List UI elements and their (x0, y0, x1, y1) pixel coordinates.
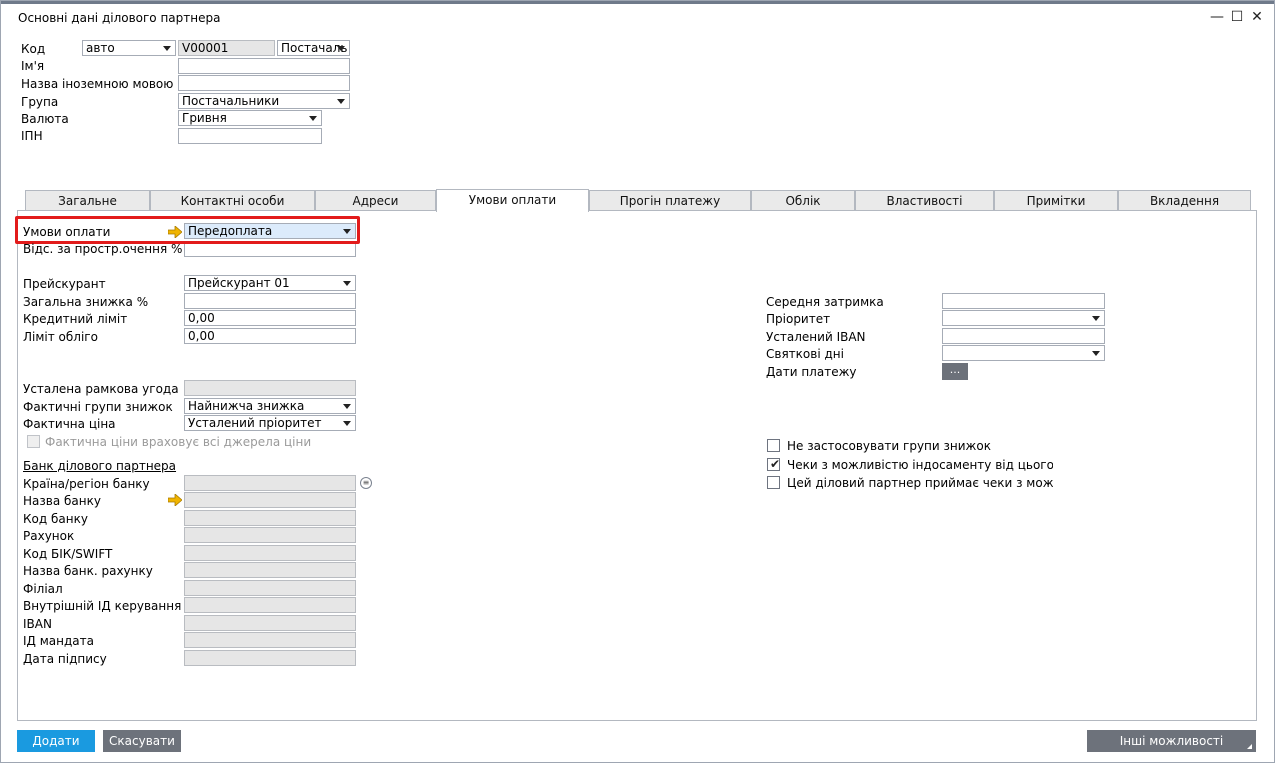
title-bar: Основні дані ділового партнера — ☐ ✕ (1, 4, 1274, 32)
holidays-label: Святкові дні (766, 347, 844, 361)
overdue-interest-input[interactable] (184, 242, 356, 257)
mandate-id-label: ІД мандата (23, 634, 94, 648)
list-icon[interactable]: ≡ (360, 477, 372, 489)
maximize-icon[interactable]: ☐ (1229, 9, 1245, 25)
commitment-limit-input[interactable]: 0,00 (184, 328, 356, 344)
cancel-button[interactable]: Скасувати (103, 730, 181, 752)
highlight-box (15, 216, 360, 244)
bank-name-label: Назва банку (23, 494, 101, 508)
endorsable-checks-checkbox[interactable]: ✔ (767, 457, 781, 471)
foreign-name-label: Назва іноземною мовою (21, 77, 174, 91)
bank-code-label: Код банку (23, 512, 88, 526)
default-iban-label: Усталений IBAN (766, 330, 866, 344)
credit-limit-label: Кредитний ліміт (23, 312, 128, 326)
more-options-label: Інші можливості (1119, 734, 1224, 748)
account-name-label: Назва банк. рахунку (23, 564, 153, 578)
code-label: Код (21, 42, 46, 56)
effective-price-all-sources-label: Фактична ціни враховує всі джерела ціни (45, 435, 312, 449)
effective-price-label: Фактична ціна (23, 417, 116, 431)
tab-general[interactable]: Загальне (25, 190, 150, 211)
endorsable-checks-label: Чеки з можливістю індосаменту від цього … (787, 458, 1053, 472)
avg-delay-input[interactable] (942, 293, 1105, 309)
payment-dates-button[interactable]: ... (942, 363, 968, 380)
tab-payment-run[interactable]: Прогін платежу (589, 190, 751, 211)
default-iban-input[interactable] (942, 328, 1105, 344)
effective-discount-groups-select[interactable]: Найнижча знижка (184, 398, 356, 414)
total-discount-label: Загальна знижка % (23, 295, 149, 309)
bank-country-input[interactable] (184, 475, 356, 491)
effective-price-all-sources-checkbox[interactable] (27, 435, 40, 448)
accepts-endorsed-checks-checkbox[interactable] (767, 476, 780, 489)
tab-accounting[interactable]: Облік (751, 190, 855, 211)
priority-label: Пріоритет (766, 312, 831, 326)
bank-iban-input[interactable] (184, 615, 356, 631)
overdue-interest-label: Відс. за простр.очення % (23, 242, 183, 256)
add-button[interactable]: Додати (17, 730, 95, 752)
branch-input[interactable] (184, 580, 356, 596)
bank-code-input[interactable] (184, 510, 356, 526)
minimize-icon[interactable]: — (1209, 9, 1225, 25)
currency-select[interactable]: Гривня (178, 110, 322, 126)
swift-input[interactable] (184, 545, 356, 561)
account-name-input[interactable] (184, 562, 356, 578)
total-discount-input[interactable] (184, 293, 356, 309)
corner-menu-icon (1247, 744, 1252, 749)
business-partner-window: Основні дані ділового партнера — ☐ ✕ Код… (0, 0, 1275, 763)
no-discount-groups-label: Не застосовувати групи знижок (787, 439, 991, 453)
code-input[interactable]: V00001 (178, 40, 275, 56)
tax-id-input[interactable] (178, 128, 322, 144)
framework-agreement-label: Усталена рамкова угода (23, 382, 179, 396)
signature-date-input[interactable] (184, 650, 356, 666)
tab-properties[interactable]: Властивості (855, 190, 994, 211)
window-title: Основні дані ділового партнера (18, 11, 221, 25)
tab-attachments[interactable]: Вкладення (1118, 190, 1251, 211)
bank-iban-label: IBAN (23, 617, 52, 631)
tax-id-label: ІПН (21, 129, 43, 143)
close-icon[interactable]: ✕ (1249, 9, 1265, 25)
tab-addresses[interactable]: Адреси (315, 190, 436, 211)
control-id-input[interactable] (184, 597, 356, 613)
branch-label: Філіал (23, 582, 63, 596)
bank-link-arrow-icon[interactable] (168, 494, 182, 506)
pricelist-select[interactable]: Прейскурант 01 (184, 275, 356, 291)
group-label: Група (21, 95, 59, 109)
priority-select[interactable] (942, 310, 1105, 326)
name-input[interactable] (178, 58, 350, 74)
mandate-id-input[interactable] (184, 632, 356, 648)
foreign-name-input[interactable] (178, 75, 350, 91)
control-id-label: Внутрішній ІД керування (23, 599, 182, 613)
payment-dates-label: Дати платежу (766, 365, 857, 379)
account-label: Рахунок (23, 529, 75, 543)
no-discount-groups-checkbox[interactable] (767, 439, 780, 452)
bank-name-input[interactable] (184, 492, 356, 508)
effective-discount-groups-label: Фактичні групи знижок (23, 400, 173, 414)
tab-payment-terms[interactable]: Умови оплати (436, 189, 589, 212)
holidays-select[interactable] (942, 345, 1105, 361)
currency-label: Валюта (21, 112, 69, 126)
bank-country-label: Країна/регіон банку (23, 477, 150, 491)
accepts-endorsed-checks-label: Цей діловий партнер приймає чеки з можли… (787, 476, 1053, 490)
effective-price-select[interactable]: Усталений пріоритет (184, 415, 356, 431)
commitment-limit-label: Ліміт обліго (23, 330, 98, 344)
group-select[interactable]: Постачальники (178, 93, 350, 109)
signature-date-label: Дата підпису (23, 652, 107, 666)
tab-remarks[interactable]: Примітки (994, 190, 1118, 211)
checkmark-icon: ✔ (770, 457, 781, 471)
account-input[interactable] (184, 527, 356, 543)
swift-label: Код БІК/SWIFT (23, 547, 113, 561)
framework-agreement-input[interactable] (184, 380, 356, 396)
partner-type-select[interactable]: Постачаль (277, 40, 350, 56)
more-options-button[interactable]: Інші можливості (1087, 730, 1256, 752)
name-label: Ім'я (21, 59, 45, 73)
pricelist-label: Прейскурант (23, 277, 106, 291)
bank-section-header: Банк ділового партнера (23, 459, 177, 473)
credit-limit-input[interactable]: 0,00 (184, 310, 356, 326)
avg-delay-label: Середня затримка (766, 295, 884, 309)
code-series-select[interactable]: авто (82, 40, 176, 56)
tab-contacts[interactable]: Контактні особи (150, 190, 315, 211)
